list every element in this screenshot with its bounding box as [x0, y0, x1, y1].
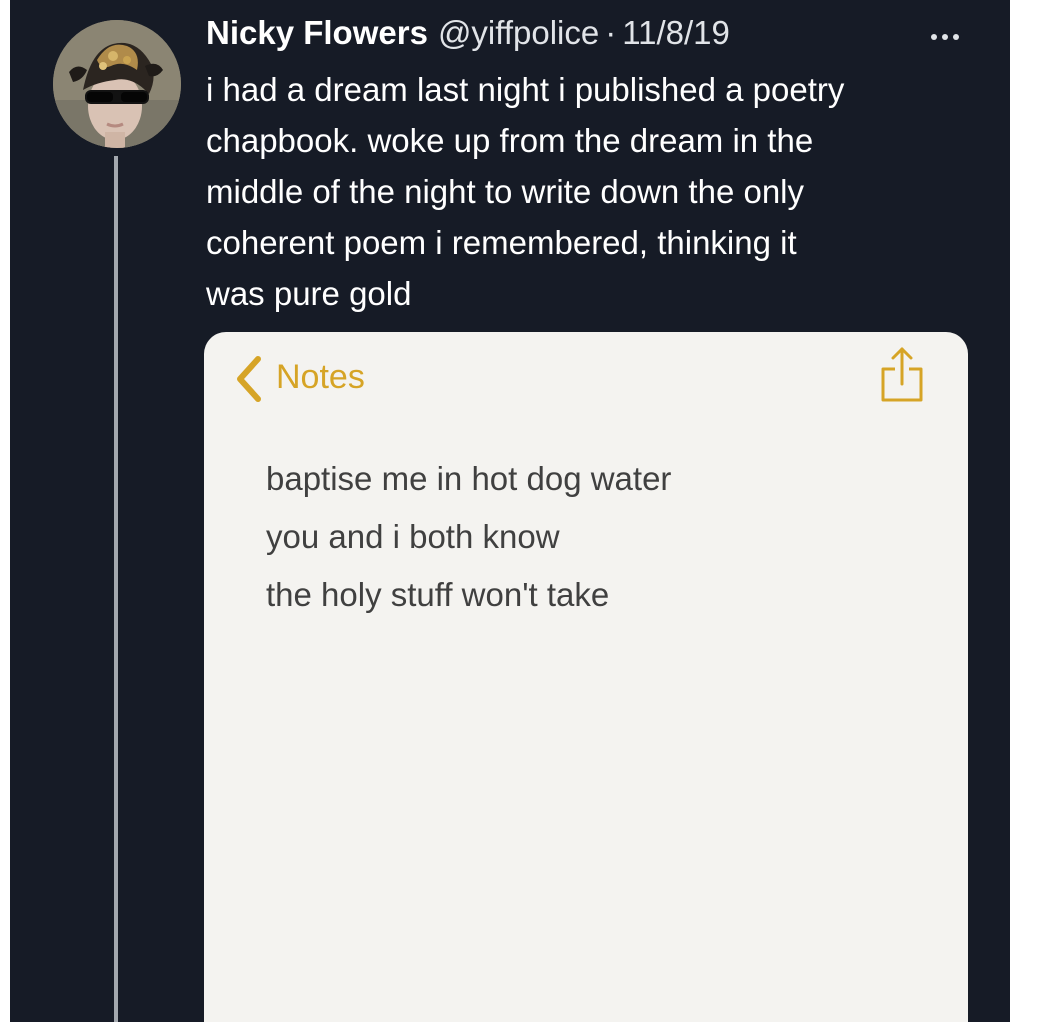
avatar-image — [53, 20, 181, 148]
note-line: you and i both know — [266, 518, 560, 555]
timestamp[interactable]: 11/8/19 — [622, 14, 730, 52]
tweet-text-line: i had a dream last night i published a p… — [206, 71, 845, 108]
more-horizontal-icon — [953, 34, 959, 40]
avatar[interactable] — [53, 20, 181, 148]
tweet-text-line: middle of the night to write down the on… — [206, 173, 805, 210]
separator: · — [605, 14, 617, 51]
chevron-left-icon[interactable] — [232, 354, 264, 404]
tweet-text: i had a dream last night i published a p… — [206, 64, 996, 319]
note-body: baptise me in hot dog water you and i bo… — [266, 450, 671, 624]
notes-back-label[interactable]: Notes — [276, 356, 365, 398]
display-name[interactable]: Nicky Flowers — [206, 14, 428, 52]
tweet-text-line: coherent poem i remembered, thinking it — [206, 224, 797, 261]
note-line: baptise me in hot dog water — [266, 460, 672, 497]
tweet-text-line: chapbook. woke up from the dream in the — [206, 122, 814, 159]
handle[interactable]: @yiffpolice — [438, 14, 599, 52]
tweet-header: Nicky Flowers @yiffpolice · 11/8/19 — [206, 14, 730, 62]
more-options-button[interactable] — [920, 22, 970, 52]
more-horizontal-icon — [942, 34, 948, 40]
thread-connector-line — [114, 156, 118, 1022]
more-horizontal-icon — [931, 34, 937, 40]
tweet-text-line: was pure gold — [206, 275, 412, 312]
tweet: Nicky Flowers @yiffpolice · 11/8/19 i ha… — [10, 0, 1010, 1022]
share-icon[interactable] — [876, 344, 928, 404]
note-line: the holy stuff won't take — [266, 576, 610, 613]
attached-image-notes-screenshot[interactable]: Notes baptise me in hot dog water you an… — [204, 332, 968, 1022]
